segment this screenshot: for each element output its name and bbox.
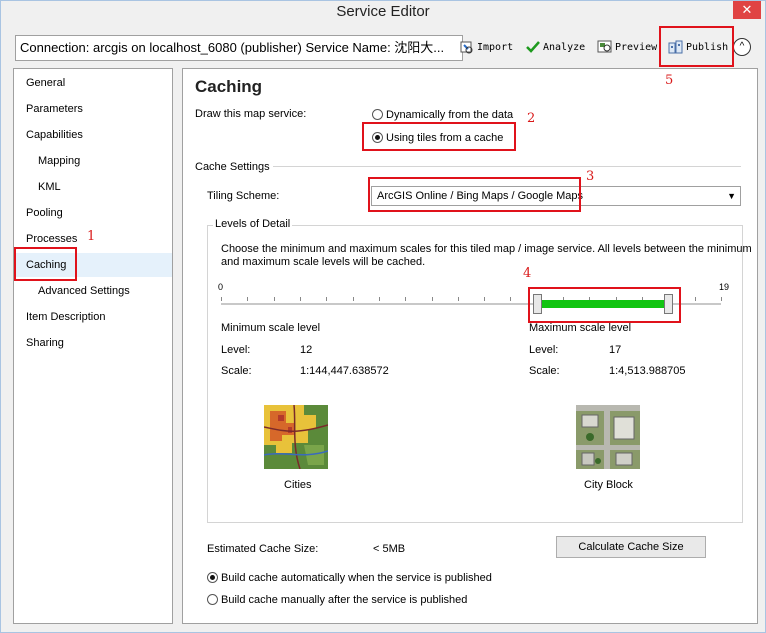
annotation-box-slider-range <box>528 287 681 323</box>
slider-tick <box>352 297 354 301</box>
page-title: Caching <box>195 77 263 96</box>
radio-dynamic[interactable]: Dynamically from the data <box>372 109 513 121</box>
calculate-cache-size-button[interactable]: Calculate Cache Size <box>556 536 706 558</box>
draw-service-label: Draw this map service: <box>195 108 307 120</box>
lod-description-line2: and maximum scale levels will be cached. <box>221 256 426 268</box>
radio-build-manual-label: Build cache manually after the service i… <box>221 594 468 606</box>
slider-tick <box>247 297 249 301</box>
levels-of-detail-label: Levels of Detail <box>213 218 293 230</box>
annotation-box-publish <box>659 26 734 67</box>
sidebar-item-advanced-settings[interactable]: Advanced Settings <box>38 285 130 297</box>
city-block-caption: City Block <box>584 479 633 491</box>
radio-build-manual-circle[interactable] <box>207 594 218 605</box>
city-block-map-thumbnail <box>576 405 640 469</box>
analyze-label: Analyze <box>543 42 586 53</box>
slider-tick <box>431 297 433 301</box>
annotation-number-4: 4 <box>523 266 532 281</box>
slider-tick <box>457 297 459 301</box>
min-scale-heading: Minimum scale level <box>221 322 321 334</box>
service-editor-window: Service Editor ✕ Connection: arcgis on l… <box>0 0 766 633</box>
radio-build-auto[interactable]: Build cache automatically when the servi… <box>207 572 492 584</box>
slider-tick <box>694 297 696 301</box>
radio-build-manual[interactable]: Build cache manually after the service i… <box>207 594 467 606</box>
radio-build-auto-circle[interactable] <box>207 572 218 583</box>
annotation-box-caching <box>14 247 77 281</box>
slider-tick <box>721 297 722 301</box>
min-scale-label: Scale: <box>221 365 252 377</box>
checkmark-icon <box>525 40 541 54</box>
sidebar-item-sharing[interactable]: Sharing <box>26 337 64 349</box>
slider-tick <box>326 297 328 301</box>
preview-label: Preview <box>615 42 658 53</box>
import-button[interactable]: Import <box>459 39 513 57</box>
annotation-number-3: 3 <box>586 169 595 184</box>
slider-tick <box>510 297 512 301</box>
sidebar-item-mapping[interactable]: Mapping <box>38 155 80 167</box>
estimated-cache-size-label: Estimated Cache Size: <box>207 543 319 555</box>
slider-tick <box>405 297 407 301</box>
sidebar-item-processes[interactable]: Processes <box>26 233 77 245</box>
lod-description-line1: Choose the minimum and maximum scales fo… <box>221 243 752 255</box>
chevron-down-icon: ▼ <box>727 191 736 201</box>
max-scale-value: 1:4,513.988705 <box>609 365 686 377</box>
sidebar-item-item-description[interactable]: Item Description <box>26 311 105 323</box>
tiling-scheme-label: Tiling Scheme: <box>207 190 280 202</box>
annotation-box-tiles <box>362 122 516 151</box>
slider-min-label: 0 <box>218 282 224 292</box>
min-scale-value: 1:144,447.638572 <box>300 365 389 377</box>
cache-settings-label: Cache Settings <box>195 161 270 173</box>
slider-tick <box>221 297 222 301</box>
sidebar-item-pooling[interactable]: Pooling <box>26 207 63 219</box>
radio-dynamic-label: Dynamically from the data <box>386 109 514 121</box>
window-title: Service Editor <box>336 3 430 20</box>
caching-panel: Caching Draw this map service: Dynamical… <box>182 68 758 624</box>
max-scale-heading: Maximum scale level <box>529 322 632 334</box>
min-level-value: 12 <box>300 344 313 356</box>
preview-icon <box>597 40 613 54</box>
cities-map-thumbnail <box>264 405 328 469</box>
annotation-box-tiling-scheme <box>368 177 581 212</box>
import-icon <box>459 40 475 54</box>
sidebar: General Parameters Capabilities Mapping … <box>13 68 173 624</box>
collapse-icon[interactable]: ^ <box>733 38 751 56</box>
cache-settings-divider <box>273 166 741 167</box>
slider-tick <box>378 297 380 301</box>
slider-tick <box>484 297 486 301</box>
sidebar-item-capabilities[interactable]: Capabilities <box>26 129 83 141</box>
cities-caption: Cities <box>284 479 312 491</box>
analyze-button[interactable]: Analyze <box>525 39 585 57</box>
annotation-number-2: 2 <box>527 111 536 126</box>
max-level-value: 17 <box>609 344 622 356</box>
estimated-cache-size-value: < 5MB <box>373 543 406 555</box>
max-level-label: Level: <box>529 344 559 356</box>
sidebar-item-parameters[interactable]: Parameters <box>26 103 83 115</box>
slider-tick <box>273 297 275 301</box>
sidebar-item-kml[interactable]: KML <box>38 181 61 193</box>
toolbar: Connection: arcgis on localhost_6080 (pu… <box>13 35 755 61</box>
connection-info: Connection: arcgis on localhost_6080 (pu… <box>15 35 463 61</box>
close-button[interactable]: ✕ <box>733 1 761 19</box>
max-scale-label: Scale: <box>529 365 560 377</box>
slider-tick <box>299 297 301 301</box>
annotation-number-5: 5 <box>665 73 674 88</box>
radio-build-auto-label: Build cache automatically when the servi… <box>221 572 492 584</box>
import-label: Import <box>477 42 514 53</box>
annotation-number-1: 1 <box>87 229 96 244</box>
radio-dynamic-circle[interactable] <box>372 109 383 120</box>
title-bar: Service Editor ✕ <box>1 1 765 25</box>
slider-max-label: 19 <box>719 282 730 292</box>
preview-button[interactable]: Preview <box>597 39 657 57</box>
sidebar-item-general[interactable]: General <box>26 77 65 89</box>
min-level-label: Level: <box>221 344 251 356</box>
